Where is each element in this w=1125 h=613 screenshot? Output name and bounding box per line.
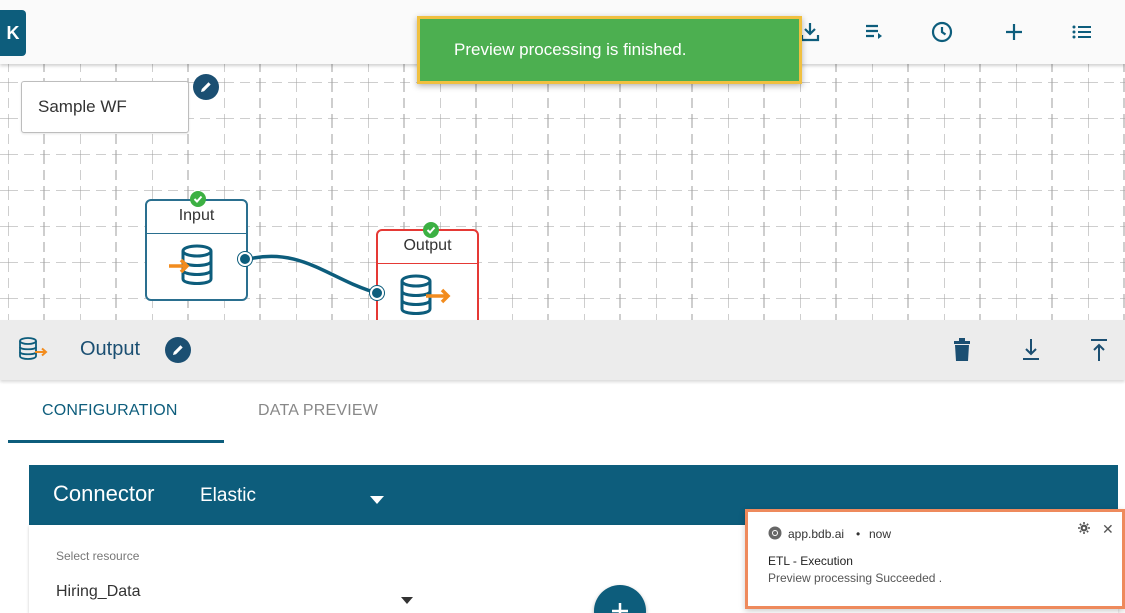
connector-dropdown-icon[interactable] bbox=[370, 491, 384, 509]
notification-title: ETL - Execution bbox=[768, 554, 853, 568]
playlist-icon[interactable] bbox=[860, 18, 888, 46]
upload-component-icon[interactable] bbox=[1088, 337, 1110, 368]
success-toast: Preview processing is finished. bbox=[417, 16, 802, 84]
delete-icon[interactable] bbox=[952, 338, 972, 367]
list-icon[interactable] bbox=[1068, 18, 1096, 46]
tab-configuration[interactable]: CONFIGURATION bbox=[42, 402, 178, 420]
notification-time: now bbox=[869, 527, 892, 541]
connector-select-value[interactable]: Elastic bbox=[200, 485, 256, 507]
clock-icon[interactable] bbox=[928, 18, 956, 46]
notification-close-icon[interactable]: ✕ bbox=[1102, 521, 1114, 538]
active-tab-indicator bbox=[8, 440, 224, 443]
download-component-icon[interactable] bbox=[1020, 337, 1042, 368]
collapse-sidebar-button[interactable]: K bbox=[0, 10, 26, 56]
app-root: K Preview processing is finished. Sample… bbox=[0, 0, 1125, 613]
plus-icon bbox=[612, 603, 628, 613]
connector-label: Connector bbox=[53, 481, 155, 506]
browser-notification[interactable]: app.bdb.ai • now ✕ ETL - Execution Previ… bbox=[745, 509, 1125, 609]
resource-select-value[interactable]: Hiring_Data bbox=[56, 583, 140, 601]
notification-settings-icon[interactable] bbox=[1078, 522, 1090, 537]
tab-data-preview[interactable]: DATA PREVIEW bbox=[258, 402, 378, 420]
input-node-out-port[interactable] bbox=[238, 252, 252, 266]
panel-title: Output bbox=[80, 338, 141, 360]
notification-body: Preview processing Succeeded . bbox=[768, 571, 943, 585]
output-component-icon bbox=[18, 336, 48, 367]
workflow-name: Sample WF bbox=[38, 97, 127, 116]
notification-source: app.bdb.ai bbox=[788, 527, 845, 541]
chrome-icon bbox=[768, 526, 782, 543]
output-node-in-port[interactable] bbox=[370, 286, 384, 300]
resource-label: Select resource bbox=[56, 549, 140, 563]
edit-workflow-name-icon[interactable] bbox=[193, 74, 219, 100]
input-node-label: Input bbox=[178, 207, 215, 224]
resource-dropdown-icon[interactable] bbox=[401, 591, 413, 609]
add-icon[interactable] bbox=[1000, 18, 1028, 46]
output-status-check-icon bbox=[423, 222, 439, 238]
database-output-icon bbox=[398, 271, 454, 326]
edit-component-name-icon[interactable] bbox=[165, 337, 191, 363]
notification-separator: • bbox=[856, 527, 861, 541]
database-input-icon bbox=[167, 241, 217, 296]
collapse-icon: K bbox=[6, 22, 20, 43]
output-node-label: Output bbox=[403, 237, 452, 254]
output-node[interactable]: Output bbox=[376, 229, 479, 329]
input-status-check-icon bbox=[190, 191, 206, 207]
workflow-name-field[interactable]: Sample WF bbox=[21, 81, 189, 133]
toast-message: Preview processing is finished. bbox=[454, 40, 687, 59]
input-node[interactable]: Input bbox=[145, 199, 248, 301]
